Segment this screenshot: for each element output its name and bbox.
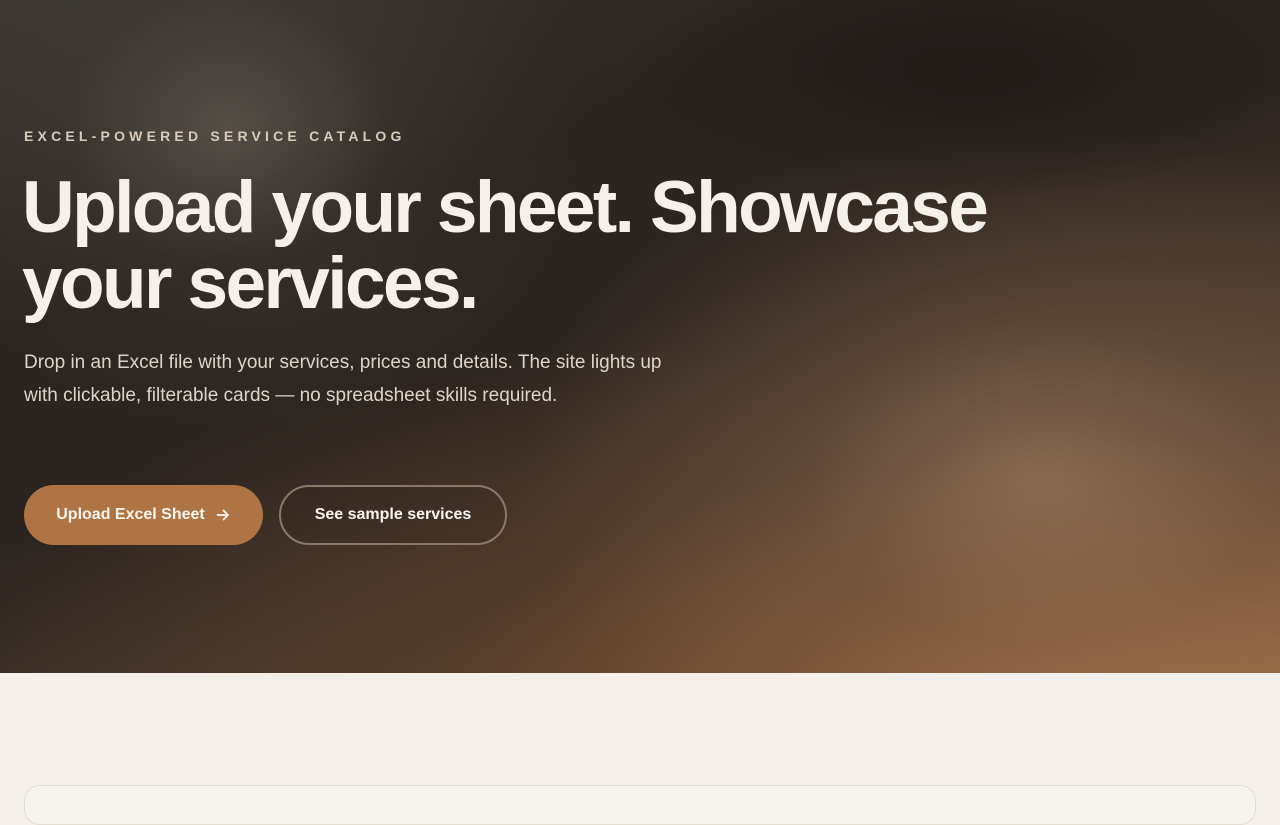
arrow-right-icon: [215, 507, 231, 523]
see-sample-services-button-label: See sample services: [314, 506, 472, 523]
see-sample-services-button[interactable]: See sample services: [279, 485, 507, 545]
upload-excel-button[interactable]: Upload Excel Sheet: [24, 485, 263, 545]
hero-lead: Drop in an Excel file with your services…: [24, 352, 662, 406]
hero-eyebrow: EXCEL-POWERED SERVICE CATALOG: [24, 128, 406, 144]
hero-title: Upload your sheet. Showcase your service…: [22, 167, 989, 324]
content-card: [24, 785, 1256, 825]
upload-excel-button-label: Upload Excel Sheet: [56, 506, 205, 523]
hero-section: EXCEL-POWERED SERVICE CATALOG Upload you…: [0, 0, 1280, 673]
